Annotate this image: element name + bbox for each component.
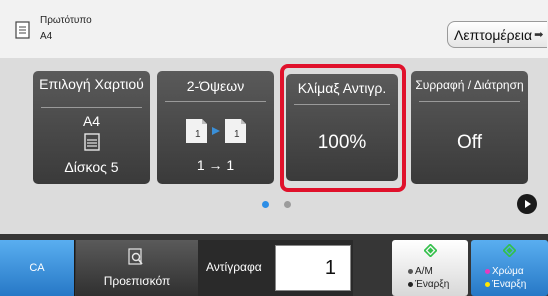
color-bullet-icon: [485, 281, 490, 287]
clear-all-button[interactable]: CA: [0, 240, 75, 296]
color-bullet-icon: [485, 268, 490, 274]
details-button-label: Λεπτομέρεια: [454, 26, 533, 43]
header-bar: Πρωτότυπο A4 Λεπτομέρεια ➡: [0, 0, 548, 58]
clear-all-label: CA: [29, 262, 45, 274]
settings-panel: Επιλογή Χαρτιού A4 Δίσκος 5 2-Όψεων 1 1 …: [0, 58, 548, 234]
arrow-right-icon: ➡: [534, 29, 544, 41]
tile-divider: [41, 107, 142, 108]
selection-highlight: [280, 64, 406, 192]
bw-start-button[interactable]: A/M Έναρξη: [392, 240, 468, 296]
page-dot[interactable]: [284, 201, 291, 208]
svg-text:1: 1: [195, 129, 201, 140]
paper-tray-icon: [84, 133, 100, 151]
staple-punch-value: Off: [457, 132, 482, 153]
magnifier-document-icon: [128, 248, 143, 265]
original-size: A4: [40, 31, 53, 42]
next-page-button[interactable]: [517, 194, 537, 214]
duplex-mode-value: 1 → 1: [196, 157, 235, 173]
details-button[interactable]: Λεπτομέρεια ➡: [447, 21, 547, 48]
page-dot-active[interactable]: [262, 201, 269, 208]
preview-button[interactable]: Προεπισκόπ: [76, 240, 198, 296]
svg-text:1: 1: [234, 129, 240, 140]
color-start-line2: Έναρξη: [492, 279, 527, 290]
color-start-label: Χρώμα Έναρξη: [485, 265, 526, 291]
staple-punch-title: Συρραφή / Διάτρηση: [415, 78, 524, 92]
staple-punch-tile[interactable]: Συρραφή / Διάτρηση Off: [411, 71, 528, 184]
bw-bullet-icon: [408, 268, 413, 274]
paper-size-value: A4: [82, 113, 101, 129]
bottom-bar: CA Προεπισκόπ Αντίγραφα 1 A/M Έναρξη Χρώ…: [0, 234, 548, 296]
preview-label: Προεπισκόπ: [103, 274, 171, 288]
duplex-pages-icon: 1 1: [186, 119, 246, 143]
duplex-title: 2-Όψεων: [186, 78, 245, 94]
paper-tray-value: Δίσκος 5: [64, 159, 119, 175]
bw-start-line2: Έναρξη: [415, 279, 450, 290]
diamond-start-icon: [424, 244, 437, 257]
tile-divider: [165, 101, 266, 102]
bw-start-line1: A/M: [415, 266, 433, 277]
color-start-button[interactable]: Χρώμα Έναρξη: [471, 240, 548, 296]
color-start-line1: Χρώμα: [492, 266, 524, 277]
copies-label: Αντίγραφα: [206, 260, 262, 274]
bw-start-label: A/M Έναρξη: [408, 265, 449, 291]
original-label: Πρωτότυπο: [40, 15, 92, 26]
tile-divider: [419, 101, 520, 102]
document-icon: [15, 21, 30, 39]
copies-input[interactable]: 1: [275, 245, 351, 291]
duplex-tile[interactable]: 2-Όψεων 1 1 1 → 1: [157, 71, 274, 184]
bw-bullet-icon: [408, 281, 413, 287]
copies-area: Αντίγραφα 1: [198, 240, 353, 296]
paper-select-title: Επιλογή Χαρτιού: [39, 76, 144, 92]
diamond-start-icon: [503, 244, 516, 257]
paper-select-tile[interactable]: Επιλογή Χαρτιού A4 Δίσκος 5: [33, 71, 150, 184]
